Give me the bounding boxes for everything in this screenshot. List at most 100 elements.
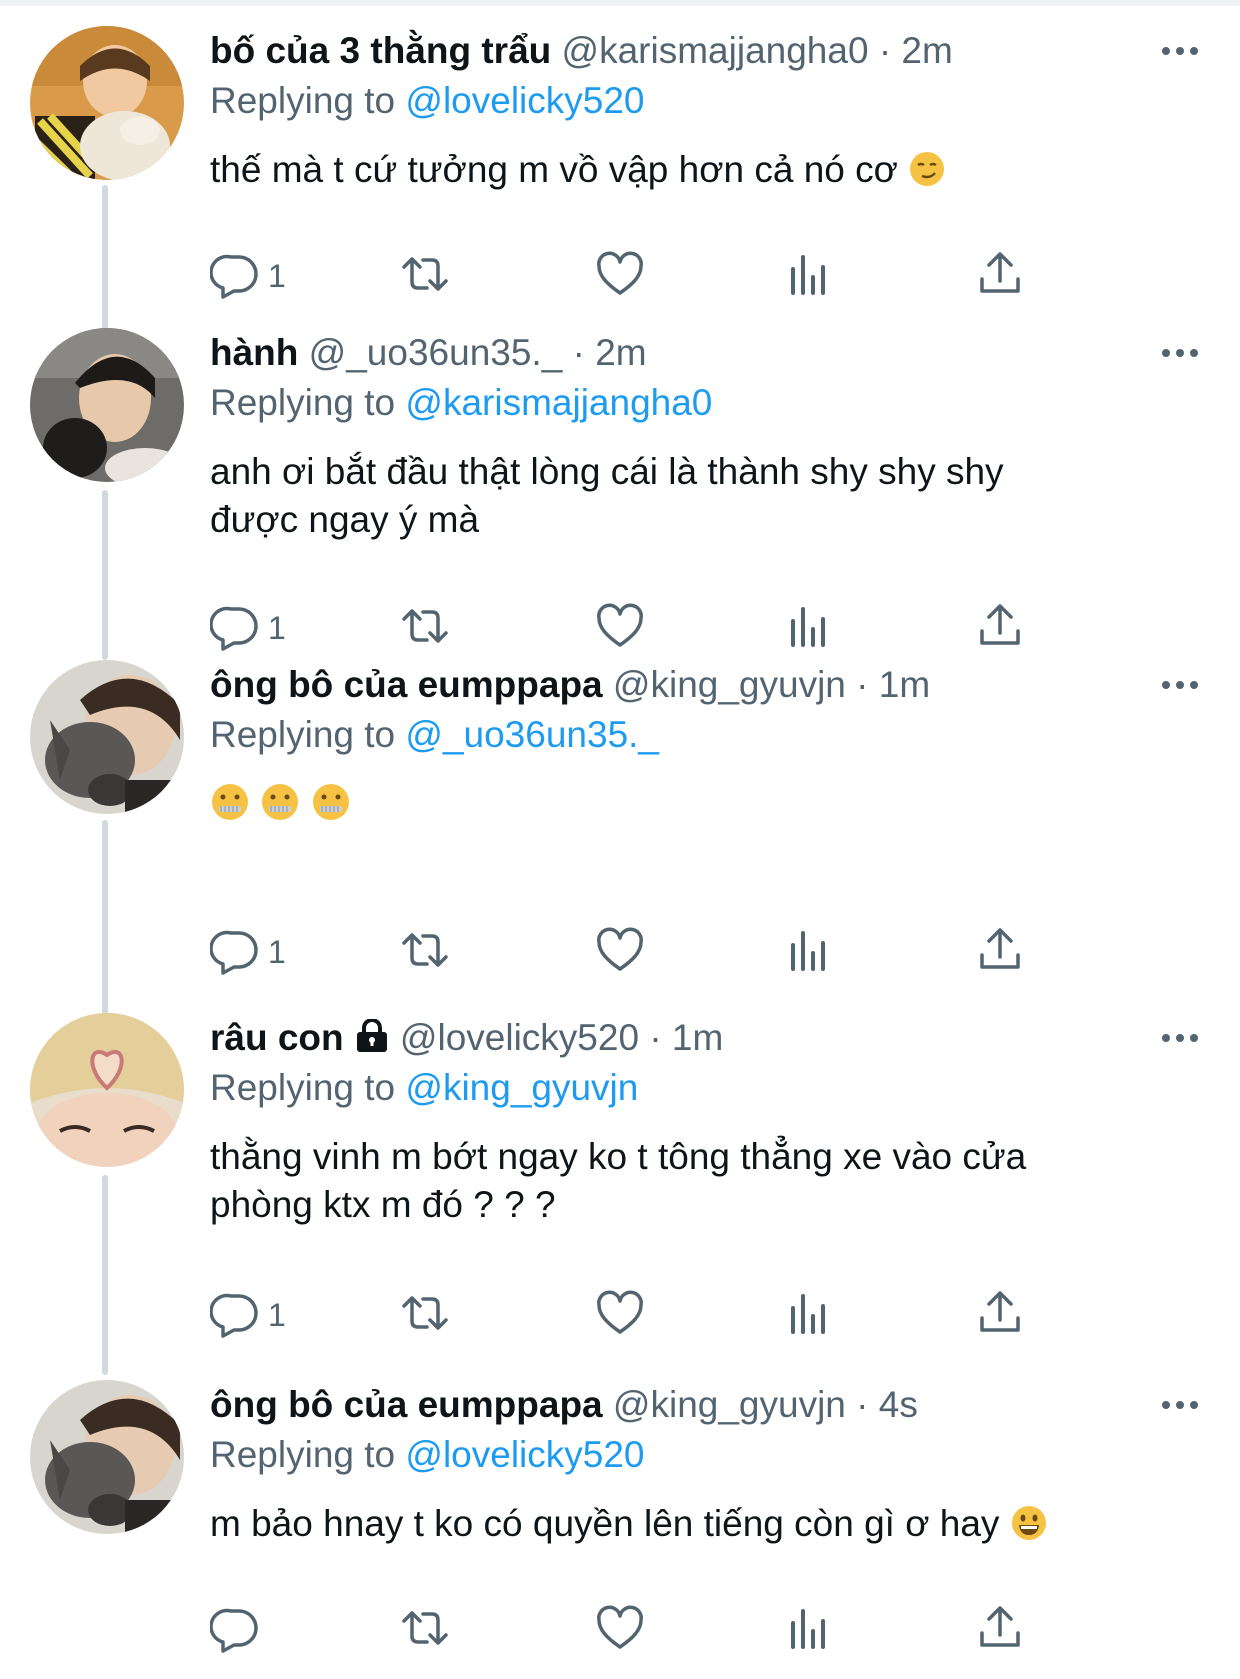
like-button[interactable] [595, 1285, 645, 1345]
views-button[interactable] [785, 246, 835, 306]
tweet-text: anh ơi bắt đầu thật lòng cái là thành sh… [210, 448, 1090, 544]
share-button[interactable] [975, 1600, 1025, 1660]
user-handle[interactable]: @king_gyuvjn [613, 1384, 846, 1425]
retweet-icon [400, 1288, 450, 1343]
views-button[interactable] [785, 1285, 835, 1345]
avatar[interactable] [30, 328, 184, 482]
heart-icon [595, 1603, 645, 1658]
replying-label: Replying to [210, 1067, 396, 1108]
timestamp[interactable]: 1m [672, 1017, 723, 1058]
views-icon [785, 925, 835, 980]
reply-button[interactable]: 1 [209, 1285, 286, 1345]
reply-icon [209, 925, 260, 980]
share-button[interactable] [975, 922, 1025, 982]
reply-button[interactable]: 1 [209, 246, 286, 306]
reply-button[interactable] [209, 1600, 268, 1660]
views-button[interactable] [785, 1600, 835, 1660]
reply-count: 1 [268, 1296, 286, 1333]
avatar[interactable] [30, 26, 184, 180]
heart-icon [595, 249, 645, 304]
views-button[interactable] [785, 922, 835, 982]
replying-handle-link[interactable]: @lovelicky520 [405, 80, 644, 121]
more-icon[interactable] [1160, 678, 1200, 692]
tweet-header: ông bô của eumppapa @king_gyuvjn · 4s [210, 1380, 1200, 1430]
more-icon[interactable] [1160, 346, 1200, 360]
replying-to: Replying to @lovelicky520 [210, 1430, 1200, 1480]
tweet-header: bố của 3 thằng trẩu @karismajjangha0 · 2… [210, 26, 1200, 76]
smirking-face-emoji [908, 150, 946, 200]
reply-button[interactable]: 1 [209, 922, 286, 982]
tweet-text: m bảo hnay t ko có quyền lên tiếng còn g… [210, 1500, 1200, 1554]
avatar[interactable] [30, 660, 184, 814]
like-button[interactable] [595, 246, 645, 306]
views-button[interactable] [785, 598, 835, 658]
share-button[interactable] [975, 246, 1025, 306]
timestamp[interactable]: 2m [595, 332, 646, 373]
tweet-text-content: m bảo hnay t ko có quyền lên tiếng còn g… [210, 1503, 1000, 1544]
share-icon [975, 249, 1025, 304]
tweet-actions: 1 [209, 246, 1090, 306]
display-name[interactable]: bố của 3 thằng trẩu [210, 30, 551, 71]
retweet-icon [400, 601, 450, 656]
share-icon [975, 601, 1025, 656]
display-name[interactable]: hành [210, 332, 298, 373]
tweet-actions: 1 [209, 598, 1090, 658]
like-button[interactable] [595, 598, 645, 658]
separator-dot: · [878, 30, 892, 71]
share-icon [975, 925, 1025, 980]
retweet-icon [400, 925, 450, 980]
zipper-mouth-face-emoji [260, 782, 300, 834]
tweet-text-content: thằng vinh m bớt ngay ko t tông thẳng xe… [210, 1136, 1027, 1225]
tweet-text-content: thế mà t cứ tưởng m vồ vập hơn cả nó cơ [210, 149, 898, 190]
replying-to: Replying to @king_gyuvjn [210, 1063, 1200, 1113]
more-icon[interactable] [1160, 44, 1200, 58]
display-name[interactable]: ông bô của eumppapa [210, 664, 603, 705]
user-handle[interactable]: @karismajjangha0 [562, 30, 869, 71]
replying-label: Replying to [210, 714, 396, 755]
reply-icon [209, 601, 260, 656]
retweet-button[interactable] [400, 1285, 450, 1345]
tweet-actions: 1 [209, 1285, 1090, 1345]
user-handle[interactable]: @_uo36un35._ [309, 332, 563, 373]
reply-icon [209, 1288, 260, 1343]
display-name[interactable]: râu con [210, 1017, 344, 1058]
separator-dot: · [856, 664, 869, 705]
tweet-actions [209, 1600, 1090, 1660]
replying-handle-link[interactable]: @_uo36un35._ [405, 714, 659, 755]
timestamp[interactable]: 2m [901, 30, 952, 71]
avatar[interactable] [30, 1013, 184, 1167]
display-name[interactable]: ông bô của eumppapa [210, 1384, 603, 1425]
tweet-text-content: anh ơi bắt đầu thật lòng cái là thành sh… [210, 451, 1004, 540]
retweet-button[interactable] [400, 598, 450, 658]
like-button[interactable] [595, 1600, 645, 1660]
user-handle[interactable]: @king_gyuvjn [613, 664, 846, 705]
share-icon [975, 1288, 1025, 1343]
replying-handle-link[interactable]: @karismajjangha0 [405, 382, 712, 423]
replying-to: Replying to @karismajjangha0 [210, 378, 1200, 428]
reply-button[interactable]: 1 [209, 598, 286, 658]
retweet-button[interactable] [400, 922, 450, 982]
reply-count: 1 [268, 933, 286, 970]
more-icon[interactable] [1160, 1398, 1200, 1412]
like-button[interactable] [595, 922, 645, 982]
retweet-button[interactable] [400, 246, 450, 306]
user-handle[interactable]: @lovelicky520 [400, 1017, 639, 1058]
timestamp[interactable]: 4s [879, 1384, 918, 1425]
thread-line [102, 490, 108, 660]
timestamp[interactable]: 1m [879, 664, 930, 705]
more-icon[interactable] [1160, 1031, 1200, 1045]
top-divider [0, 0, 1240, 6]
heart-icon [595, 1288, 645, 1343]
tweet-text: thằng vinh m bớt ngay ko t tông thẳng xe… [210, 1133, 1130, 1229]
zipper-mouth-face-emoji [210, 782, 250, 834]
views-icon [785, 249, 835, 304]
share-button[interactable] [975, 598, 1025, 658]
avatar[interactable] [30, 1380, 184, 1534]
replying-label: Replying to [210, 382, 396, 423]
tweet-header: râu con @lovelicky520 · 1m [210, 1013, 1200, 1063]
replying-handle-link[interactable]: @king_gyuvjn [405, 1067, 638, 1108]
separator-dot: · [649, 1017, 662, 1058]
share-button[interactable] [975, 1285, 1025, 1345]
replying-handle-link[interactable]: @lovelicky520 [405, 1434, 644, 1475]
retweet-button[interactable] [400, 1600, 450, 1660]
